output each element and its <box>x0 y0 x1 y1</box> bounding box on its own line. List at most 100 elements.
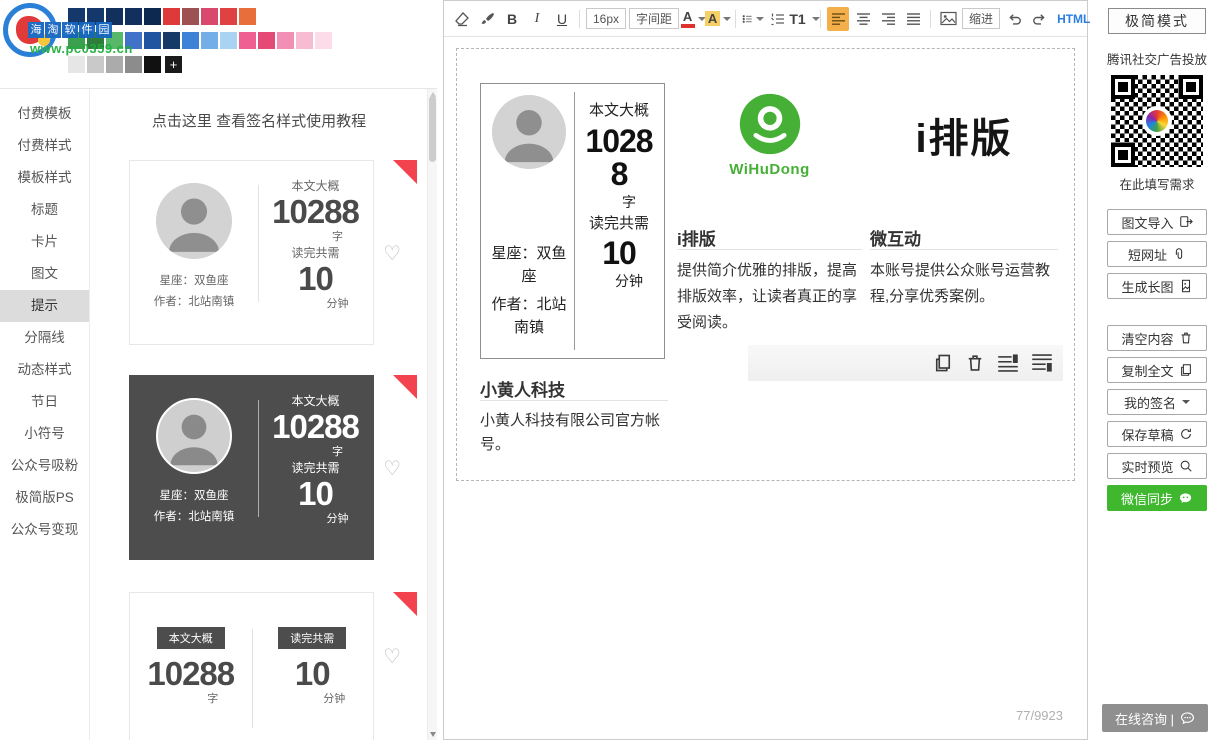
bold-button[interactable]: B <box>501 7 523 31</box>
italic-button[interactable]: I <box>526 7 548 31</box>
wechat-logo-image[interactable]: WiHuDong <box>677 66 862 203</box>
sidebar-item-cards[interactable]: 卡片 <box>0 226 89 258</box>
letter-spacing-select[interactable]: 字间距 <box>629 8 679 29</box>
delete-icon[interactable] <box>965 353 985 373</box>
scroll-down-icon[interactable] <box>430 732 436 737</box>
clear-content-button[interactable]: 清空内容 <box>1107 325 1207 351</box>
color-swatch[interactable] <box>125 32 142 49</box>
sidebar-item-titles[interactable]: 标题 <box>0 194 89 226</box>
template-item-light[interactable]: 星座：双鱼座 作者：北站南镇 本文大概 10288 字 读完共需 10 分钟 ♡ <box>129 160 417 345</box>
sidebar-item-simple-ps[interactable]: 极简版PS <box>0 482 89 514</box>
line-height-button[interactable]: T1 <box>792 7 814 31</box>
sidebar-item-paid-templates[interactable]: 付费模板 <box>0 98 89 130</box>
sidebar-item-dividers[interactable]: 分隔线 <box>0 322 89 354</box>
color-swatch[interactable] <box>68 32 85 49</box>
color-swatch[interactable] <box>220 8 237 25</box>
highlight-color-button[interactable]: A <box>707 7 729 31</box>
indent-button[interactable]: 缩进 <box>962 8 1000 29</box>
save-draft-button[interactable]: 保存草稿 <box>1107 421 1207 447</box>
live-preview-button[interactable]: 实时预览 <box>1107 453 1207 479</box>
zodiac-text: 星座：双鱼座 <box>154 486 235 507</box>
font-color-button[interactable]: A <box>682 7 704 31</box>
color-swatch[interactable] <box>68 8 85 25</box>
color-swatch[interactable] <box>201 32 218 49</box>
editor-content[interactable]: 本文大概 10288 字 读完共需 10 分钟 星座：双鱼座 作者：北站南镇 <box>456 48 1075 481</box>
my-signature-button[interactable]: 我的签名 <box>1107 389 1207 415</box>
duplicate-icon[interactable] <box>933 353 953 373</box>
color-swatch[interactable] <box>106 56 123 73</box>
sidebar-item-dynamic-styles[interactable]: 动态样式 <box>0 354 89 386</box>
corner-ribbon-icon <box>393 592 417 616</box>
color-swatch[interactable] <box>125 8 142 25</box>
word-count-badge: 本文大概 <box>157 627 225 649</box>
sidebar-item-tips[interactable]: 提示 <box>0 290 89 322</box>
align-justify-button[interactable] <box>902 7 924 31</box>
copy-all-button[interactable]: 复制全文 <box>1107 357 1207 383</box>
color-swatch[interactable] <box>315 32 332 49</box>
sidebar-item-paid-styles[interactable]: 付费样式 <box>0 130 89 162</box>
align-left-button[interactable] <box>827 7 849 31</box>
sidebar-item-template-styles[interactable]: 模板样式 <box>0 162 89 194</box>
panel-scrollbar[interactable] <box>427 89 437 740</box>
template-item-split[interactable]: 本文大概 10288 字 读完共需 10 分钟 ♡ <box>129 592 417 740</box>
align-right-button[interactable] <box>877 7 899 31</box>
import-article-button[interactable]: 图文导入 <box>1107 209 1207 235</box>
color-swatch[interactable] <box>106 8 123 25</box>
color-swatch[interactable] <box>182 8 199 25</box>
sidebar-item-followers[interactable]: 公众号吸粉 <box>0 450 89 482</box>
undo-icon[interactable] <box>1003 7 1025 31</box>
color-swatch[interactable] <box>144 32 161 49</box>
move-down-list-icon[interactable] <box>1031 353 1053 373</box>
color-swatch[interactable] <box>87 56 104 73</box>
color-swatch[interactable] <box>182 32 199 49</box>
clear-format-icon[interactable] <box>451 7 473 31</box>
favorite-heart-icon[interactable]: ♡ <box>383 241 401 265</box>
sidebar-item-symbols[interactable]: 小符号 <box>0 418 89 450</box>
color-swatch[interactable] <box>296 32 313 49</box>
simple-mode-button[interactable]: 极简模式 <box>1108 8 1206 34</box>
favorite-heart-icon[interactable]: ♡ <box>383 644 401 668</box>
color-swatch[interactable] <box>106 32 123 49</box>
color-swatch[interactable] <box>220 32 237 49</box>
sidebar-item-image-text[interactable]: 图文 <box>0 258 89 290</box>
redo-icon[interactable] <box>1028 7 1050 31</box>
color-swatch[interactable] <box>68 56 85 73</box>
color-swatch[interactable] <box>258 32 275 49</box>
insert-image-button[interactable] <box>937 7 959 31</box>
align-center-button[interactable] <box>852 7 874 31</box>
color-swatch[interactable] <box>201 8 218 25</box>
color-swatch[interactable] <box>163 32 180 49</box>
add-color-button[interactable]: + <box>165 56 182 73</box>
qr-code-image[interactable] <box>1111 75 1203 167</box>
tutorial-link[interactable]: 点击这里 查看签名样式使用教程 <box>91 89 427 130</box>
font-size-select[interactable]: 16px <box>586 8 626 29</box>
template-item-dark[interactable]: 星座：双鱼座 作者：北站南镇 本文大概 10288 字 读完共需 10 分钟 ♡ <box>129 375 417 560</box>
word-count-value: 10288 <box>258 410 373 445</box>
color-swatch[interactable] <box>163 8 180 25</box>
color-swatch[interactable] <box>239 32 256 49</box>
color-swatch[interactable] <box>87 8 104 25</box>
favorite-heart-icon[interactable]: ♡ <box>383 456 401 480</box>
color-swatch[interactable] <box>144 56 161 73</box>
color-swatch[interactable] <box>277 32 294 49</box>
format-brush-icon[interactable] <box>476 7 498 31</box>
bullet-list-button[interactable] <box>742 7 764 31</box>
html-mode-button[interactable]: HTML <box>1053 12 1094 26</box>
wechat-sync-button[interactable]: 微信同步 <box>1107 485 1207 511</box>
short-url-button[interactable]: 短网址 <box>1107 241 1207 267</box>
underline-button[interactable]: U <box>551 7 573 31</box>
sidebar-item-holidays[interactable]: 节日 <box>0 386 89 418</box>
copy-icon <box>1179 363 1193 377</box>
color-swatch[interactable] <box>87 32 104 49</box>
sidebar-item-monetize[interactable]: 公众号变现 <box>0 514 89 546</box>
color-swatch[interactable] <box>125 56 142 73</box>
separator <box>579 10 580 28</box>
online-support-button[interactable]: 在线咨询 | <box>1102 704 1208 732</box>
color-swatch[interactable] <box>239 8 256 25</box>
ipaiban-logo-image[interactable]: i排版 <box>870 66 1058 203</box>
scrollbar-thumb[interactable] <box>429 96 436 162</box>
generate-long-image-button[interactable]: 生成长图 <box>1107 273 1207 299</box>
color-swatch[interactable] <box>144 8 161 25</box>
move-up-list-icon[interactable] <box>997 353 1019 373</box>
signature-card[interactable]: 本文大概 10288 字 读完共需 10 分钟 星座：双鱼座 作者：北站南镇 <box>480 83 665 359</box>
